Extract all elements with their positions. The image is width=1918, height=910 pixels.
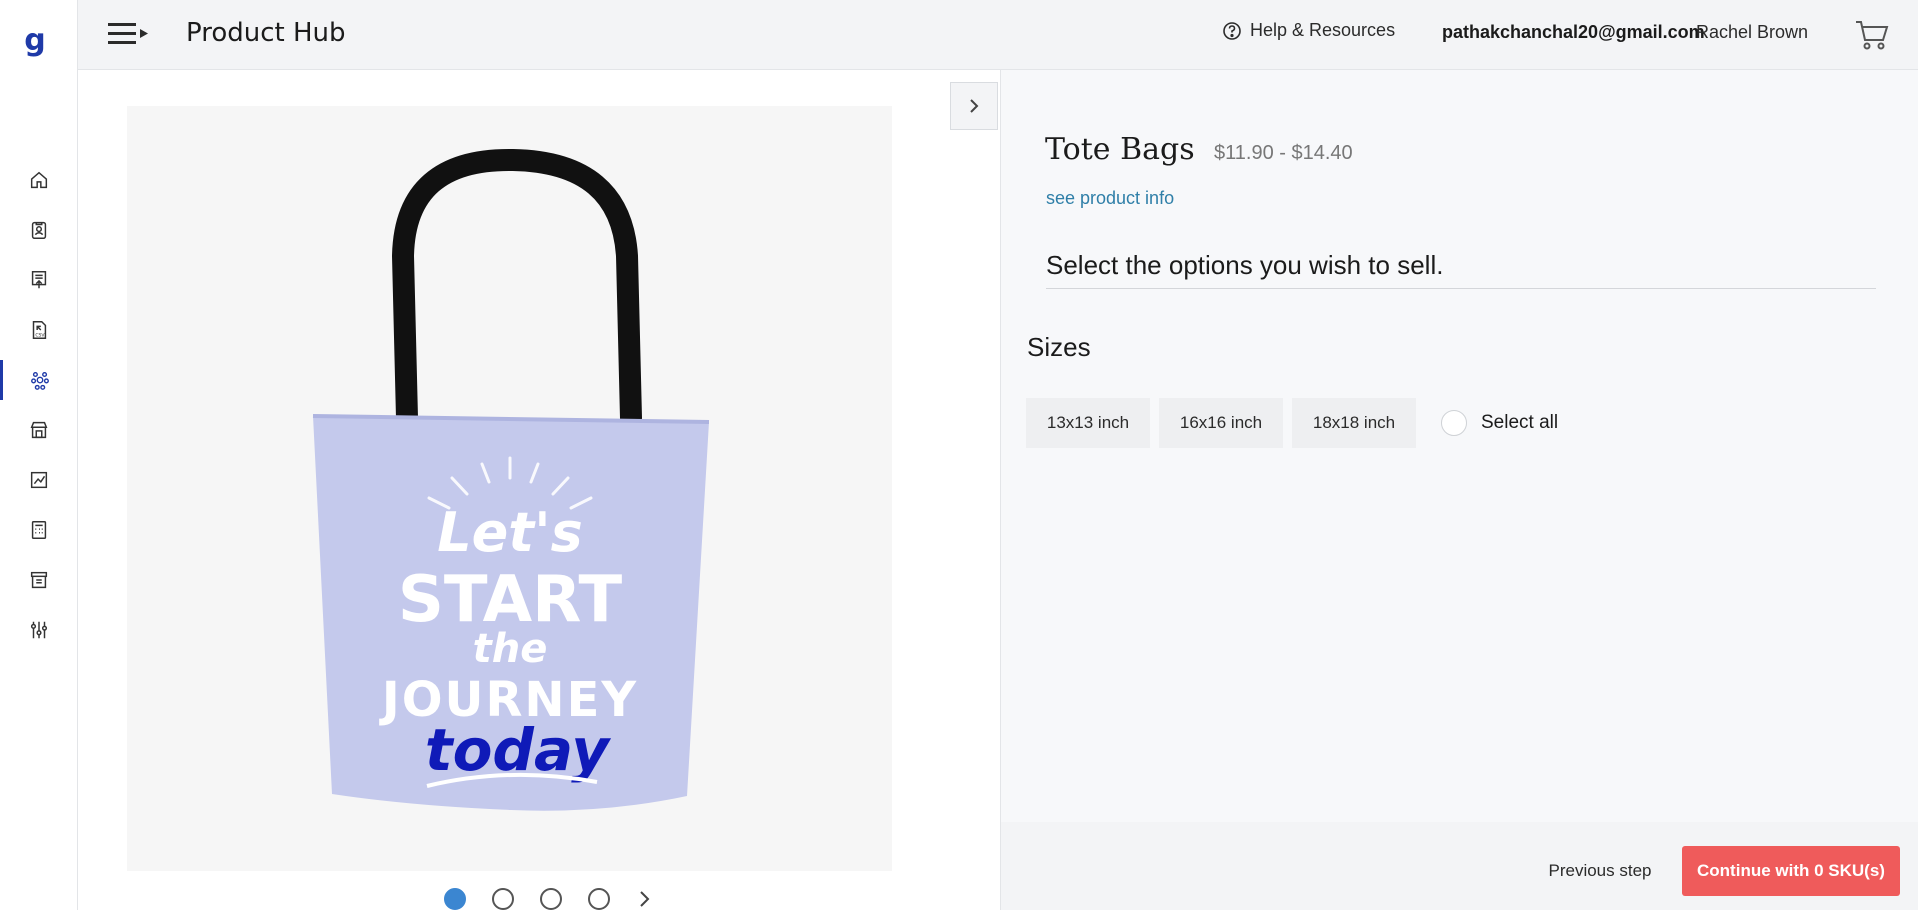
sidebar-item-uploads[interactable] xyxy=(0,260,77,300)
bag-text-lets: Let's xyxy=(437,501,583,564)
clipboard-user-icon xyxy=(31,221,46,239)
sidebar-item-csv-import[interactable]: CSV xyxy=(0,310,77,350)
sidebar: g CSV xyxy=(0,0,78,910)
hamburger-menu-icon[interactable] xyxy=(108,20,152,48)
carousel-dot-1[interactable] xyxy=(444,888,466,910)
sliders-settings-icon xyxy=(30,621,47,639)
document-upload-icon xyxy=(31,271,46,289)
carousel-dot-3[interactable] xyxy=(540,888,562,910)
action-footer: Previous step Continue with 0 SKU(s) xyxy=(1001,822,1918,910)
g-logo-icon[interactable]: g xyxy=(22,24,48,58)
product-options-panel: Tote Bags $11.90 - $14.40 see product in… xyxy=(1000,70,1918,910)
size-chip-13x13[interactable]: 13x13 inch xyxy=(1026,398,1150,448)
help-resources-link[interactable]: Help & Resources xyxy=(1222,20,1395,41)
question-circle-icon xyxy=(1223,21,1241,40)
price-range: $11.90 - $14.40 xyxy=(1214,142,1353,164)
analytics-chart-icon xyxy=(30,471,47,489)
archive-box-icon xyxy=(30,571,47,589)
product-name: Tote Bags xyxy=(1045,132,1195,167)
sidebar-item-stores[interactable] xyxy=(0,410,77,450)
top-bar: Product Hub Help & Resources pathakchanc… xyxy=(78,0,1918,70)
sidebar-item-settings[interactable] xyxy=(0,610,77,650)
home-icon xyxy=(30,171,47,189)
sizes-heading: Sizes xyxy=(1027,332,1091,362)
image-carousel-nav xyxy=(444,888,652,910)
previous-step-button[interactable]: Previous step xyxy=(1523,846,1677,896)
collapse-panel-button[interactable] xyxy=(950,82,998,130)
sidebar-item-archive[interactable] xyxy=(0,560,77,600)
chevron-right-icon xyxy=(970,99,979,113)
sidebar-item-analytics[interactable] xyxy=(0,460,77,500)
carousel-dot-2[interactable] xyxy=(492,888,514,910)
svg-text:CSV: CSV xyxy=(35,332,45,338)
shopping-cart-icon[interactable] xyxy=(1854,16,1890,52)
select-all-radio[interactable] xyxy=(1441,410,1467,436)
size-options: 13x13 inch 16x16 inch 18x18 inch Select … xyxy=(1026,398,1558,448)
user-name[interactable]: Rachel Brown xyxy=(1696,22,1808,43)
divider xyxy=(1046,288,1876,289)
see-product-info-link[interactable]: see product info xyxy=(1046,188,1174,209)
product-image: Let's START the JOURNEY today xyxy=(127,106,892,871)
sidebar-item-home[interactable] xyxy=(0,160,77,200)
product-image-panel: Let's START the JOURNEY today xyxy=(78,70,1000,910)
help-label: Help & Resources xyxy=(1250,20,1396,40)
storefront-icon xyxy=(30,421,47,439)
calculator-icon xyxy=(31,521,46,539)
options-instruction: Select the options you wish to sell. xyxy=(1046,250,1444,280)
carousel-next-icon[interactable] xyxy=(636,888,652,910)
size-chip-16x16[interactable]: 16x16 inch xyxy=(1159,398,1283,448)
size-chip-18x18[interactable]: 18x18 inch xyxy=(1292,398,1416,448)
select-all-label: Select all xyxy=(1481,412,1559,433)
continue-button[interactable]: Continue with 0 SKU(s) xyxy=(1682,846,1900,896)
user-email: pathakchanchal20@gmail.com xyxy=(1442,22,1705,42)
bag-text-the: the xyxy=(473,626,548,672)
sidebar-item-orders[interactable] xyxy=(0,210,77,250)
network-nodes-icon xyxy=(31,371,49,390)
carousel-dot-4[interactable] xyxy=(588,888,610,910)
sidebar-item-products[interactable] xyxy=(0,360,77,400)
svg-text:g: g xyxy=(24,24,45,58)
page-title: Product Hub xyxy=(186,18,346,48)
csv-import-icon: CSV xyxy=(32,321,46,339)
select-all-toggle[interactable]: Select all xyxy=(1441,410,1558,436)
sidebar-item-calculator[interactable] xyxy=(0,510,77,550)
